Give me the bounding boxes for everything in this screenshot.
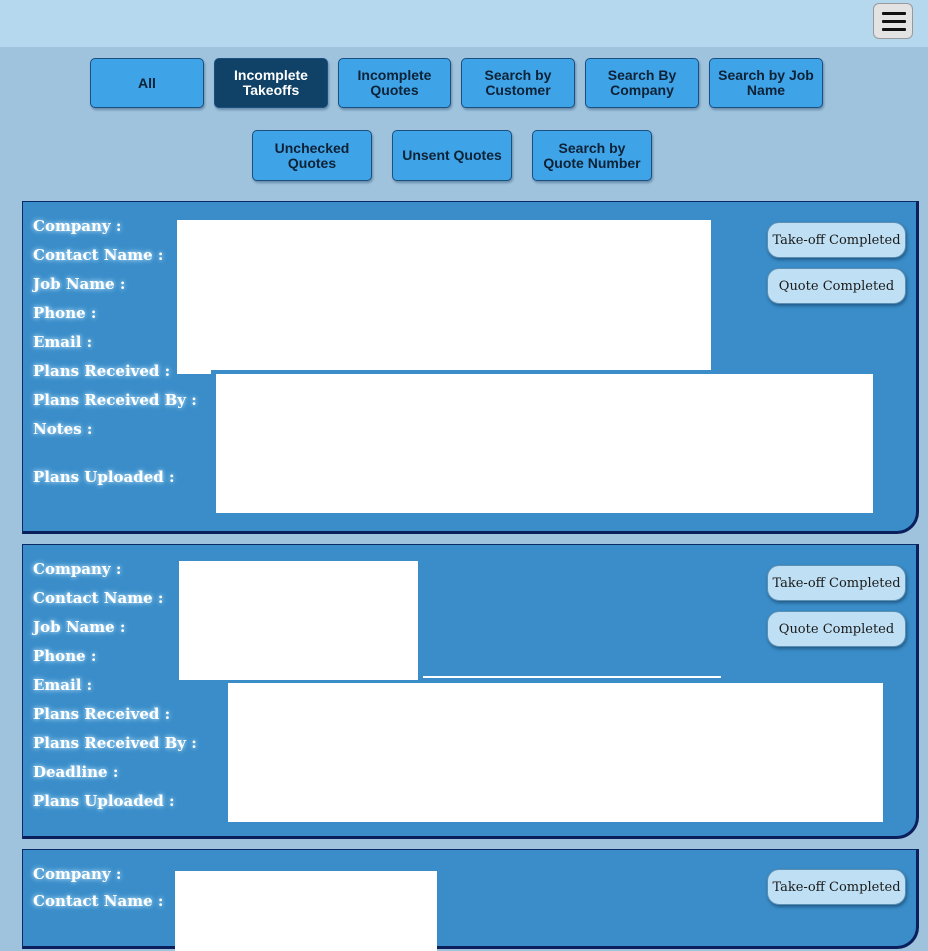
phone-label: Phone : bbox=[33, 647, 97, 665]
redacted-info-block bbox=[175, 871, 437, 951]
job-name-label: Job Name : bbox=[33, 618, 126, 636]
plans-received-label: Plans Received : bbox=[33, 705, 171, 723]
search-by-quote-number-button[interactable]: Search by Quote Number bbox=[532, 130, 652, 181]
contact-name-label: Contact Name : bbox=[33, 246, 164, 264]
unsent-quotes-button[interactable]: Unsent Quotes bbox=[392, 130, 512, 181]
contact-name-label: Contact Name : bbox=[33, 589, 164, 607]
quote-completed-button[interactable]: Quote Completed bbox=[767, 611, 906, 647]
search-by-customer-button[interactable]: Search by Customer bbox=[461, 58, 575, 108]
search-by-job-name-button[interactable]: Search by Job Name bbox=[709, 58, 823, 108]
contact-name-label: Contact Name : bbox=[33, 892, 164, 910]
notes-label: Notes : bbox=[33, 420, 93, 438]
plans-received-label: Plans Received : bbox=[33, 362, 171, 380]
filter-incomplete-takeoffs-button[interactable]: Incomplete Takeoffs bbox=[214, 58, 328, 108]
redacted-info-block bbox=[177, 220, 711, 370]
filter-all-button[interactable]: All bbox=[90, 58, 204, 108]
menu-button[interactable] bbox=[873, 3, 913, 39]
email-label: Email : bbox=[33, 333, 93, 351]
job-card: Company : Contact Name : Job Name : Phon… bbox=[22, 544, 919, 839]
redacted-info-block bbox=[228, 683, 883, 822]
redacted-info-block bbox=[179, 561, 418, 680]
search-by-company-button[interactable]: Search By Company bbox=[585, 58, 699, 108]
plans-received-by-label: Plans Received By : bbox=[33, 734, 197, 752]
job-name-label: Job Name : bbox=[33, 275, 126, 293]
job-card: Company : Contact Name : Take-off Comple… bbox=[22, 849, 919, 951]
company-label: Company : bbox=[33, 560, 122, 578]
company-label: Company : bbox=[33, 865, 122, 883]
takeoff-completed-button[interactable]: Take-off Completed bbox=[767, 869, 906, 905]
deadline-label: Deadline : bbox=[33, 763, 119, 781]
hamburger-icon-line bbox=[882, 20, 906, 23]
redacted-info-line bbox=[423, 676, 721, 678]
plans-uploaded-label: Plans Uploaded : bbox=[33, 468, 175, 486]
email-label: Email : bbox=[33, 676, 93, 694]
top-bar bbox=[0, 0, 928, 47]
filter-incomplete-quotes-button[interactable]: Incomplete Quotes bbox=[338, 58, 451, 108]
takeoff-completed-button[interactable]: Take-off Completed bbox=[767, 565, 906, 601]
unchecked-quotes-button[interactable]: Unchecked Quotes bbox=[252, 130, 372, 181]
redacted-info-block bbox=[216, 374, 873, 513]
company-label: Company : bbox=[33, 217, 122, 235]
hamburger-icon bbox=[882, 12, 906, 15]
hamburger-icon-line bbox=[882, 28, 906, 31]
phone-label: Phone : bbox=[33, 304, 97, 322]
quote-completed-button[interactable]: Quote Completed bbox=[767, 268, 906, 304]
takeoff-completed-button[interactable]: Take-off Completed bbox=[767, 222, 906, 258]
redacted-info-block bbox=[177, 368, 211, 374]
plans-received-by-label: Plans Received By : bbox=[33, 391, 197, 409]
job-card: Company : Contact Name : Job Name : Phon… bbox=[22, 201, 919, 534]
plans-uploaded-label: Plans Uploaded : bbox=[33, 792, 175, 810]
